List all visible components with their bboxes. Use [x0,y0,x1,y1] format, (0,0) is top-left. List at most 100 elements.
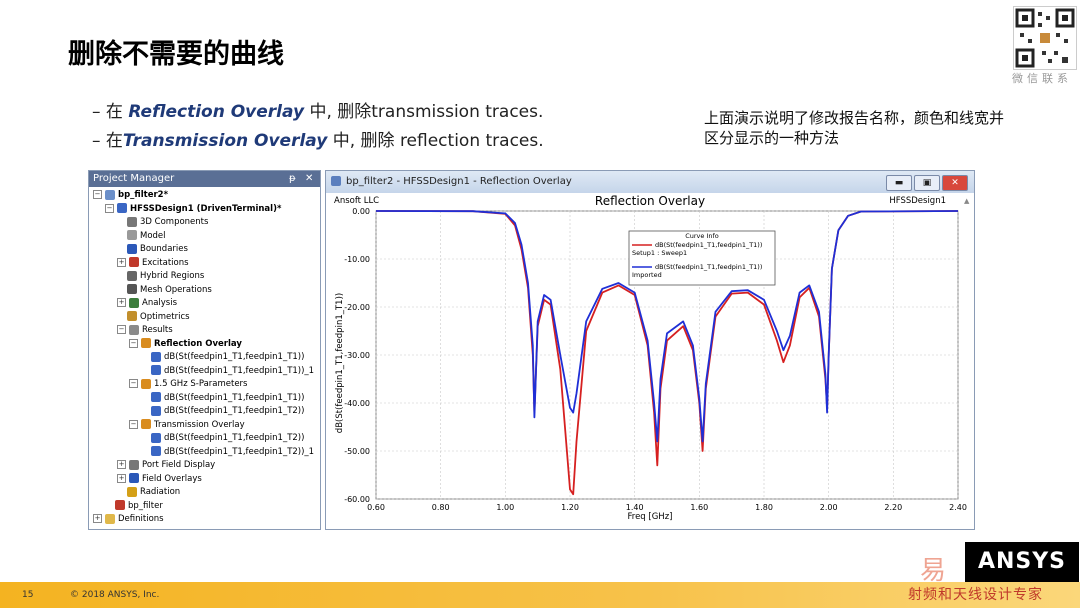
bullet-reflection: – 在 Reflection Overlay 中, 删除transmission… [92,97,543,122]
x-tick-label: 1.40 [626,503,644,512]
maximize-button[interactable]: ▣ [914,175,940,191]
tree-node-icon [115,500,125,510]
x-tick-label: 1.80 [755,503,773,512]
legend-entry-2-sub: Imported [632,271,662,279]
chart-title: Reflection Overlay [595,194,705,208]
watermark-caption: 射频和天线设计专家 [908,587,1043,603]
tree-item[interactable]: Optimetrics [117,311,190,324]
tree-item[interactable]: dB(St(feedpin1_T1,feedpin1_T1)) [141,392,304,405]
tree-item[interactable]: − HFSSDesign1 (DrivenTerminal)* [105,203,281,216]
tree-item[interactable]: Boundaries [117,243,188,256]
project-manager-panel: Project Manager ᵽ ✕ − bp_filter2* − HFSSDes… [88,170,321,530]
chart-legend[interactable]: Curve Info dB(St(feedpin1_T1,feedpin1_T1… [628,230,776,286]
qr-code-icon [1013,6,1077,70]
x-axis-label: Freq [GHz] [628,512,673,522]
tree-item-label: 1.5 GHz S-Parameters [154,379,248,389]
tree-item[interactable]: dB(St(feedpin1_T1,feedpin1_T2))_1 [141,446,314,459]
tree-item-label: dB(St(feedpin1_T1,feedpin1_T1)) [164,352,305,362]
chart-left-label: Ansoft LLC [334,196,379,206]
x-axis-ticks: 0.60 0.80 1.00 1.20 1.40 1.60 1.80 2.00 2.20 2.40 [367,503,967,512]
collapse-arrow-icon[interactable]: ▲ [964,197,970,205]
tree-item[interactable]: bp_filter [105,500,163,513]
y-axis-ticks: 0.00 -10.00 -20.00 -30.00 -40.00 -50.00 -60.00 [344,207,370,504]
collapse-icon[interactable]: − [129,338,138,348]
collapse-icon[interactable]: − [105,203,114,213]
x-tick-label: 1.60 [690,503,708,512]
tree-item[interactable]: dB(St(feedpin1_T1,feedpin1_T2)) [141,405,304,418]
collapse-icon[interactable]: − [93,190,102,199]
tree-item[interactable]: dB(St(feedpin1_T1,feedpin1_T1))_1 [141,365,314,378]
tree-item[interactable]: − bp_filter2* [93,189,168,202]
side-note: 上面演示说明了修改报告名称，颜色和线宽并区分显示的一种方法 [704,109,1005,147]
chart-right-label: HFSSDesign1 [889,196,946,206]
tree-node-icon [129,257,139,267]
tree-item[interactable]: Radiation [117,486,180,499]
tree-node-icon [117,203,127,213]
bullet-text: – 在 [92,131,123,151]
report-window-titlebar: bp_filter2 - HFSSDesign1 - Reflection Ov… [326,171,974,193]
y-axis-label: dB(St(feedpin1_T1,feedpin1_T1)) [335,293,345,433]
tree-item-label: HFSSDesign1 (DrivenTerminal)* [130,203,282,214]
tree-item-label: Excitations [142,257,189,268]
tree-item-label: dB(St(feedpin1_T1,feedpin1_T1))_1 [164,365,315,376]
tree-item[interactable]: + Analysis [117,297,177,310]
collapse-icon[interactable]: − [129,419,138,429]
close-button[interactable]: ✕ [942,175,968,191]
tree-item[interactable]: Mesh Operations [117,284,212,297]
tree-item[interactable]: dB(St(feedpin1_T1,feedpin1_T1)) [141,351,304,364]
expand-icon[interactable]: + [117,257,126,267]
tree-item[interactable]: Hybrid Regions [117,270,204,283]
tree-item[interactable]: − Reflection Overlay [129,338,242,351]
tree-node-icon [127,270,137,281]
tree-item[interactable]: − 1.5 GHz S-Parameters [129,378,247,391]
legend-title: Curve Info [685,232,719,240]
x-tick-label: 2.00 [820,503,838,512]
expand-icon[interactable]: + [117,473,126,483]
tree-item[interactable]: Model [117,230,166,243]
tree-node-icon [127,243,137,254]
tree-item-label: dB(St(feedpin1_T1,feedpin1_T2)) [164,406,305,416]
tree-item-label: Optimetrics [140,311,190,322]
tree-node-icon [151,405,161,416]
ansys-logo: ANSYS [965,542,1079,582]
tree-node-icon [151,432,161,443]
tree-item[interactable]: − Transmission Overlay [129,419,245,432]
tree-node-icon [127,230,137,240]
tree-item[interactable]: + Excitations [117,257,189,270]
slide-title: 删除不需要的曲线 [68,39,284,70]
tree-item[interactable]: + Definitions [93,513,164,526]
tree-item[interactable]: 3D Components [117,216,208,229]
tree-item-label: Radiation [140,487,181,497]
tree-node-icon [151,365,161,375]
tree-item[interactable]: + Field Overlays [117,473,202,486]
tree-node-icon [127,216,137,227]
bullet-emphasis: Transmission Overlay [122,131,328,151]
tree-item[interactable]: dB(St(feedpin1_T1,feedpin1_T2)) [141,432,304,445]
tree-item[interactable]: + Port Field Display [117,459,215,472]
expand-icon[interactable]: + [117,298,126,307]
tree-item-label: Port Field Display [142,460,216,470]
x-tick-label: 0.60 [367,503,385,512]
legend-entry-1: dB(St(feedpin1_T1,feedpin1_T1)) [655,241,762,249]
collapse-icon[interactable]: − [129,379,138,388]
reflection-chart: Reflection Overlay Ansoft LLC HFSSDesign… [334,194,970,522]
pin-icon[interactable]: ᵽ [289,171,296,187]
close-icon[interactable]: ✕ [305,171,313,187]
qr-caption: 微信联系 [1012,72,1072,85]
expand-icon[interactable]: + [117,460,126,469]
collapse-icon[interactable]: − [117,325,126,334]
x-tick-label: 0.80 [432,503,450,512]
expand-icon[interactable]: + [93,514,102,523]
y-tick-label: -30.00 [344,351,370,360]
minimize-button[interactable]: ▬ [886,175,912,191]
tree-item-label: Reflection Overlay [154,338,242,349]
tree-item[interactable]: − Results [117,324,173,337]
tree-node-icon [151,392,161,402]
tree-item-label: Boundaries [140,244,188,254]
